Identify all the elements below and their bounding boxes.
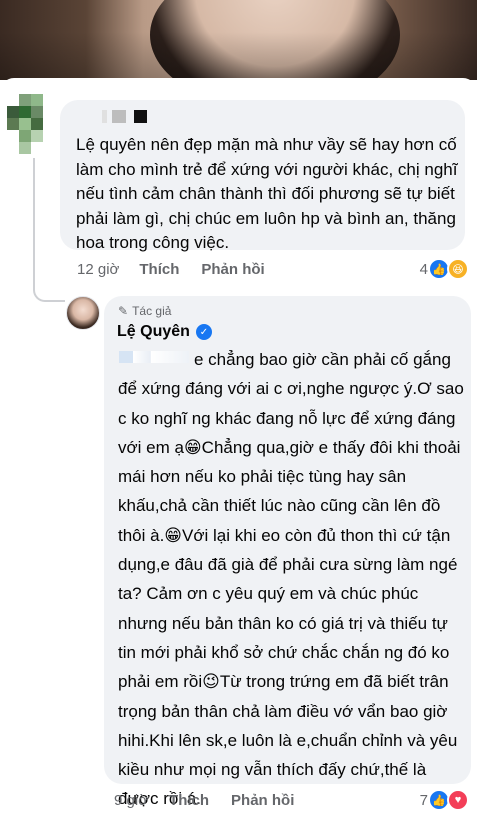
author-badge-label: Tác giả (132, 304, 172, 318)
post-photo (0, 0, 477, 80)
reply-time[interactable]: 9 giờ (114, 792, 148, 809)
reply-text: e chẳng bao giờ cần phải cố gắng để xứng… (118, 345, 468, 814)
comment-actions: 12 giờ Thích Phản hồi (77, 261, 265, 278)
comment-text: Lệ quyên nên đẹp mặn mà như vầy sẽ hay h… (76, 135, 458, 252)
verified-badge-icon: ✓ (195, 324, 212, 340)
reaction-summary[interactable]: 7 👍 ♥ (420, 789, 469, 811)
reaction-summary[interactable]: 4 👍 😆 (420, 258, 469, 280)
reply-button[interactable]: Phản hồi (231, 792, 294, 809)
haha-icon: 😆 (447, 258, 469, 280)
reaction-count: 4 (419, 260, 428, 278)
like-button[interactable]: Thích (139, 261, 179, 278)
comment-time[interactable]: 12 giờ (77, 261, 119, 278)
author-name-label: Lệ Quyên (117, 323, 190, 340)
reaction-count: 7 (419, 791, 428, 809)
author-avatar[interactable] (66, 296, 100, 330)
love-icon: ♥ (447, 789, 469, 811)
like-button[interactable]: Thích (169, 792, 209, 809)
author-name[interactable]: Lệ Quyên ✓ (117, 323, 212, 341)
reply-button[interactable]: Phản hồi (201, 261, 264, 278)
reply-text-body: e chẳng bao giờ cần phải cố gắng để xứng… (118, 350, 464, 809)
pen-icon: ✎ (118, 304, 129, 318)
commenter-name-redacted[interactable] (88, 110, 158, 126)
reply-actions: 9 giờ Thích Phản hồi (114, 792, 294, 809)
author-badge: ✎ Tác giả (118, 304, 171, 318)
commenter-avatar[interactable] (7, 94, 49, 154)
reply-thread-line (33, 158, 65, 302)
